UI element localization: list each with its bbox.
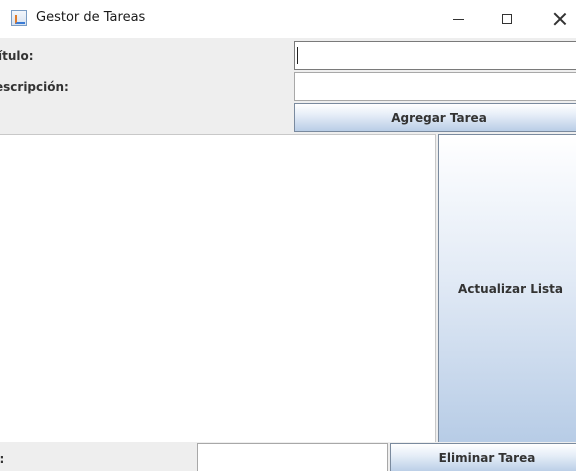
- titulo-input[interactable]: [294, 41, 576, 70]
- maximize-button[interactable]: [484, 0, 530, 38]
- id-label: ):: [0, 452, 4, 466]
- task-list[interactable]: [0, 134, 436, 442]
- title-bar[interactable]: Gestor de Tareas: [0, 0, 576, 38]
- id-input[interactable]: [197, 443, 388, 471]
- text-caret: [297, 47, 298, 64]
- agregar-tarea-button[interactable]: Agregar Tarea: [294, 103, 576, 132]
- maximize-icon: [502, 14, 512, 24]
- minimize-button[interactable]: [435, 0, 481, 38]
- titulo-label: ítulo:: [0, 49, 34, 63]
- app-window: Gestor de Tareas ítulo: escripción: Agre…: [0, 0, 576, 471]
- close-button[interactable]: [537, 0, 576, 38]
- descripcion-input[interactable]: [294, 72, 576, 101]
- java-app-icon: [11, 10, 27, 26]
- descripcion-label: escripción:: [0, 80, 69, 94]
- close-icon: [554, 13, 566, 25]
- eliminar-tarea-button[interactable]: Eliminar Tarea: [390, 443, 576, 471]
- minimize-icon: [452, 18, 464, 20]
- actualizar-lista-button[interactable]: Actualizar Lista: [438, 134, 576, 443]
- window-title: Gestor de Tareas: [36, 10, 146, 25]
